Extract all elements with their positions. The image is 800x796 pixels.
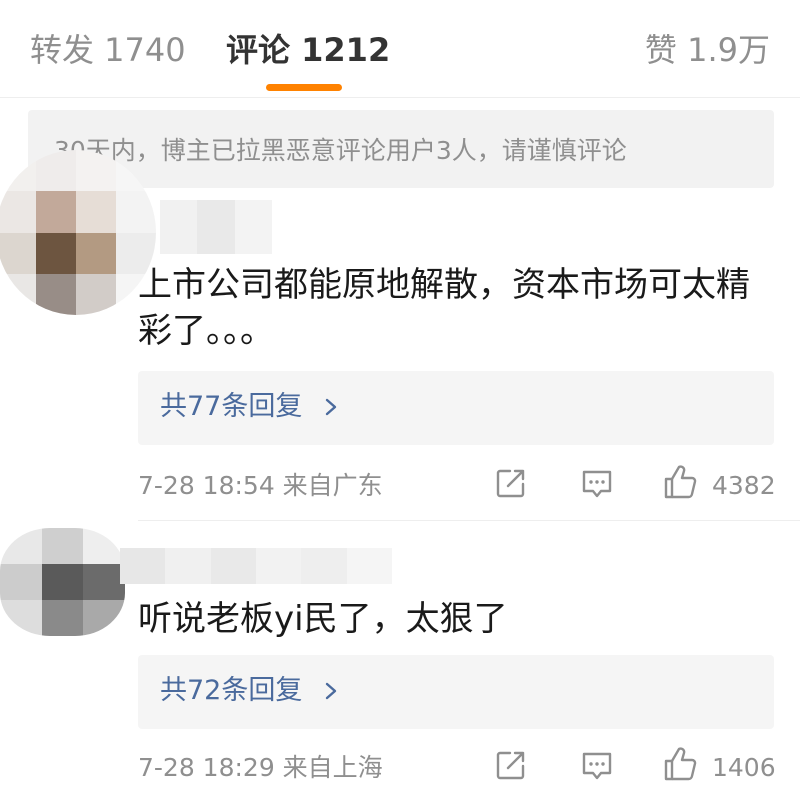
username-blurred[interactable] (160, 200, 272, 254)
username-blurred[interactable] (120, 548, 392, 584)
replies-label: 共72条回复 (160, 675, 303, 706)
thumbs-up-icon[interactable] (662, 464, 698, 500)
replies-button[interactable]: 共77条回复 (138, 371, 774, 445)
avatar[interactable] (0, 150, 156, 315)
comment-text: 听说老板yi民了，太狠了 (138, 599, 508, 639)
replies-label: 共77条回复 (160, 391, 303, 422)
avatar[interactable] (0, 528, 125, 636)
like-count: 4382 (712, 471, 776, 500)
active-tab-indicator (266, 84, 342, 91)
thumbs-up-icon[interactable] (662, 746, 698, 782)
replies-button[interactable]: 共72条回复 (138, 655, 774, 729)
chevron-right-icon (325, 398, 337, 416)
timestamp: 7-28 18:29 来自上海 (138, 753, 383, 782)
chevron-right-icon (325, 682, 337, 700)
share-icon[interactable] (494, 748, 528, 782)
comment-divider (138, 520, 800, 521)
comment-icon[interactable] (580, 748, 614, 782)
tab-likes[interactable]: 赞 1.9万 (645, 30, 770, 70)
comment-icon[interactable] (580, 466, 614, 500)
tab-repost[interactable]: 转发 1740 (30, 30, 186, 70)
comment-meta: 7-28 18:29 来自上海 1406 (138, 746, 778, 788)
notice-banner: 30天内，博主已拉黑恶意评论用户3人，请谨慎评论 (28, 110, 774, 188)
notice-text: 30天内，博主已拉黑恶意评论用户3人，请谨慎评论 (54, 136, 627, 165)
comment-text: 上市公司都能原地解散，资本市场可太精彩了。。。 (138, 265, 750, 351)
timestamp: 7-28 18:54 来自广东 (138, 471, 383, 500)
tab-bar: 转发 1740 评论 1212 赞 1.9万 (0, 0, 800, 98)
like-count: 1406 (712, 753, 776, 782)
share-icon[interactable] (494, 466, 528, 500)
comment-meta: 7-28 18:54 来自广东 4382 (138, 464, 778, 506)
tab-comments[interactable]: 评论 1212 (226, 30, 390, 70)
